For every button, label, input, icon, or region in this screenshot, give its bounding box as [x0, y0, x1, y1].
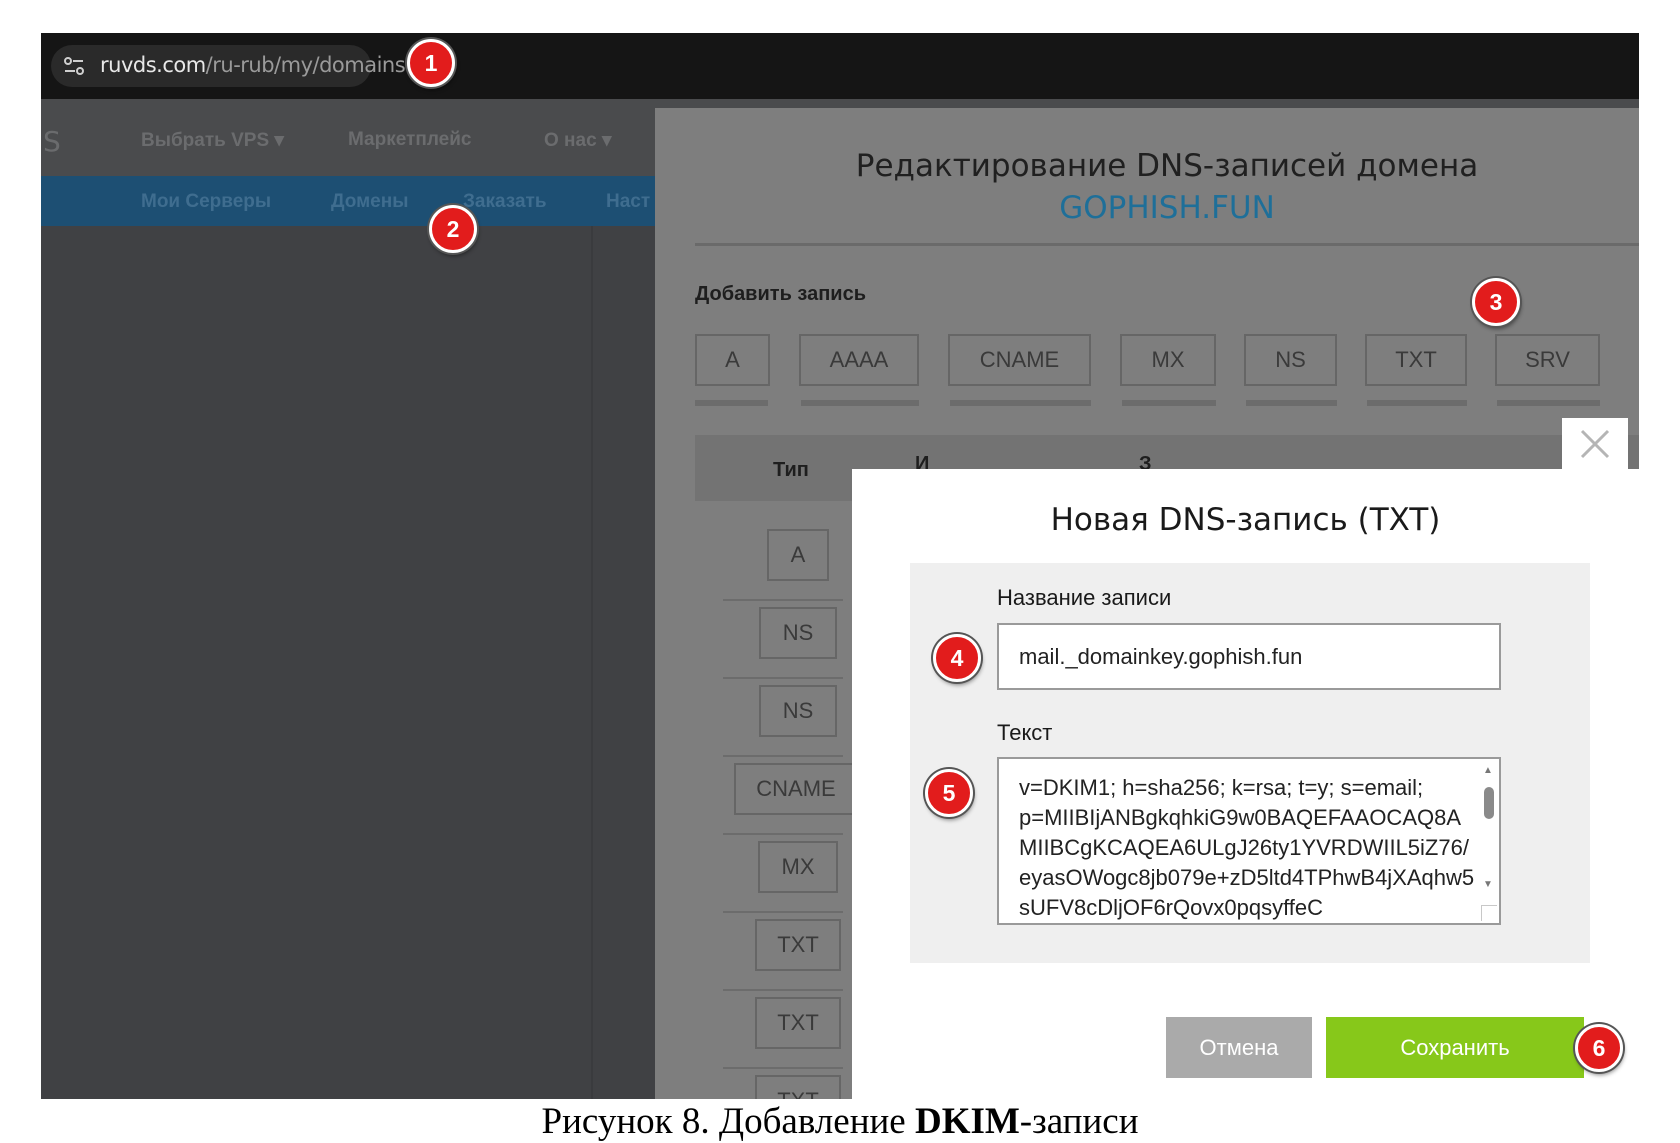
textarea-scrollbar[interactable]: ▲ ▼	[1479, 763, 1497, 919]
type-underline	[695, 400, 768, 406]
site-settings-icon[interactable]	[61, 53, 87, 79]
screenshot-frame: ruvds.com/ru-rub/my/domains S Выбрать VP…	[41, 33, 1639, 1099]
cancel-button[interactable]: Отмена	[1166, 1017, 1312, 1078]
nav-item-choose-vps[interactable]: Выбрать VPS ▾	[141, 129, 284, 152]
resize-grip-icon[interactable]	[1481, 905, 1497, 921]
caption-suffix: -записи	[1019, 1101, 1139, 1142]
site-sub-nav: Мои Серверы Домены Заказать Наст	[41, 176, 656, 226]
row-separator	[723, 989, 843, 991]
browser-url-bar: ruvds.com/ru-rub/my/domains	[41, 33, 1639, 99]
url-path: /ru-rub/my/domains	[205, 53, 406, 77]
record-text-label: Текст	[997, 720, 1053, 745]
save-button[interactable]: Сохранить	[1326, 1017, 1584, 1078]
scroll-thumb[interactable]	[1484, 787, 1494, 819]
add-type-ns-button[interactable]: NS	[1244, 334, 1337, 386]
record-row-type: NS	[759, 607, 837, 659]
figure-page: ruvds.com/ru-rub/my/domains S Выбрать VP…	[0, 0, 1680, 1143]
add-type-srv-button[interactable]: SRV	[1495, 334, 1600, 386]
record-name-label: Название записи	[997, 585, 1172, 610]
record-name-input[interactable]	[997, 623, 1501, 690]
close-icon	[1580, 429, 1610, 459]
subnav-item-my-servers[interactable]: Мои Серверы	[141, 191, 271, 213]
subnav-item-domains[interactable]: Домены	[331, 191, 408, 213]
row-separator	[723, 911, 843, 913]
callout-marker-3: 3	[1472, 278, 1520, 326]
row-separator	[723, 1067, 843, 1069]
scroll-up-arrow-icon[interactable]: ▲	[1483, 765, 1493, 776]
add-type-a-button[interactable]: A	[695, 334, 770, 386]
callout-marker-5: 5	[925, 769, 973, 817]
record-row-type: MX	[758, 841, 838, 893]
type-underline	[1246, 400, 1337, 406]
logo-fragment: S	[43, 125, 61, 158]
record-row-type: A	[767, 529, 829, 581]
record-form: Название записи Текст v=DKIM1; h=sha256;…	[910, 563, 1590, 963]
url-domain: ruvds.com	[100, 53, 206, 77]
record-row-type: CNAME	[734, 763, 858, 815]
row-separator	[723, 677, 843, 679]
column-divider	[591, 226, 593, 1099]
row-separator	[723, 833, 843, 835]
callout-marker-6: 6	[1575, 1024, 1623, 1072]
add-type-txt-button[interactable]: TXT	[1365, 334, 1467, 386]
callout-marker-4: 4	[933, 634, 981, 682]
dns-panel-domain: GOPHISH.FUN	[1059, 190, 1275, 226]
type-underline	[950, 400, 1091, 406]
nav-item-about[interactable]: О нас ▾	[544, 129, 611, 152]
url-text[interactable]: ruvds.com/ru-rub/my/domains	[100, 53, 406, 77]
figure-caption: Рисунок 8. Добавление DKIM-записи	[0, 1100, 1680, 1143]
type-underline	[1497, 400, 1600, 406]
callout-marker-1: 1	[407, 39, 455, 87]
caption-prefix: Рисунок 8. Добавление	[541, 1101, 915, 1142]
subnav-item-settings[interactable]: Наст	[606, 191, 650, 213]
add-type-cname-button[interactable]: CNAME	[948, 334, 1091, 386]
dns-panel-divider	[695, 243, 1639, 246]
record-text-textarea[interactable]: v=DKIM1; h=sha256; k=rsa; t=y; s=email; …	[999, 759, 1477, 923]
subnav-item-order[interactable]: Заказать	[463, 191, 547, 213]
modal-title: Новая DNS-запись (TXT)	[1050, 502, 1441, 538]
add-type-aaaa-button[interactable]: AAAA	[799, 334, 919, 386]
record-row-type: TXT	[755, 1075, 841, 1099]
nav-item-marketplace[interactable]: Маркетплейс	[348, 129, 471, 151]
type-underline	[801, 400, 919, 406]
row-separator	[723, 755, 843, 757]
record-row-type: NS	[759, 685, 837, 737]
record-row-type: TXT	[755, 919, 841, 971]
record-text-field[interactable]: v=DKIM1; h=sha256; k=rsa; t=y; s=email; …	[997, 757, 1501, 925]
record-row-type: TXT	[755, 997, 841, 1049]
add-type-mx-button[interactable]: MX	[1120, 334, 1216, 386]
callout-marker-2: 2	[429, 205, 477, 253]
type-underline	[1367, 400, 1467, 406]
modal-close-button[interactable]	[1562, 418, 1628, 470]
add-record-label: Добавить запись	[695, 283, 867, 305]
column-header-type: Тип	[773, 459, 809, 481]
scroll-down-arrow-icon[interactable]: ▼	[1483, 879, 1493, 890]
dns-panel-title: Редактирование DNS-записей домена	[855, 148, 1479, 184]
caption-bold: DKIM	[914, 1101, 1020, 1142]
type-underline	[1122, 400, 1216, 406]
row-separator	[723, 599, 843, 601]
